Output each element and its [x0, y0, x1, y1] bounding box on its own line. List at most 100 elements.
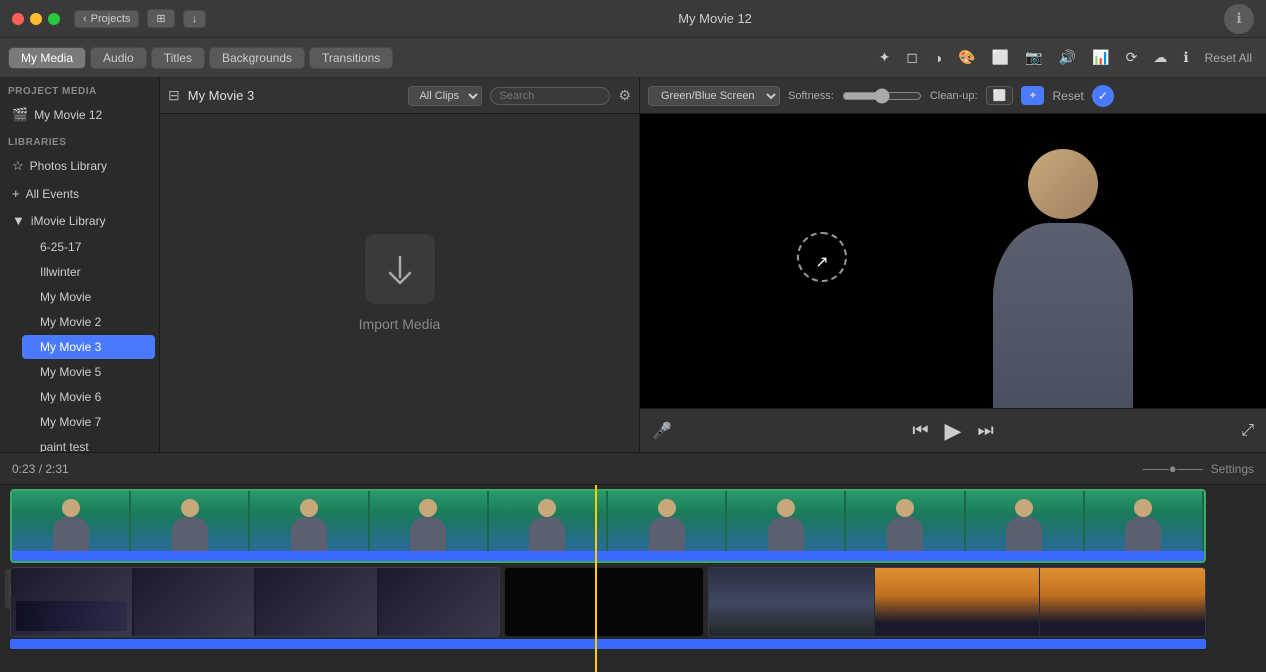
preview-controls: 🎤 ⏮ ▶ ⏭ ⤢ [640, 408, 1266, 452]
transform-icon[interactable]: ⬜ [986, 45, 1015, 70]
browser-header: ⊟ My Movie 3 All Clips ⚙ [160, 78, 639, 114]
track-thumbnail [370, 491, 489, 551]
sidebar-item-my-movie-12[interactable]: 🎬 My Movie 12 [4, 102, 155, 128]
bg-thumbnail [11, 568, 134, 636]
import-button[interactable]: ↓ [183, 10, 207, 28]
track-thumbnail [727, 491, 846, 551]
playhead-head [591, 485, 601, 487]
sidebar-item-label: My Movie 5 [40, 365, 101, 379]
browser-panel: ⊟ My Movie 3 All Clips ⚙ Import Media [160, 78, 640, 452]
track-thumbnail [131, 491, 250, 551]
sidebar-item-paint-test[interactable]: paint test [22, 435, 155, 452]
import-media-icon[interactable] [365, 234, 435, 304]
browser-sidebar-toggle[interactable]: ⊟ [168, 87, 180, 104]
sidebar-item-label: My Movie 12 [34, 108, 102, 122]
minimize-button[interactable] [30, 13, 42, 25]
track-thumbnail [250, 491, 369, 551]
sidebar-item-label: My Movie 6 [40, 390, 101, 404]
timeline-timecode: 0:23 / 2:31 [12, 462, 69, 476]
speedometer-icon[interactable]: ⟳ [1120, 45, 1144, 70]
plus-icon: + [12, 186, 20, 201]
browser-settings-button[interactable]: ⚙ [618, 87, 631, 104]
window-title: My Movie 12 [678, 11, 752, 26]
tab-backgrounds[interactable]: Backgrounds [209, 47, 305, 69]
sidebar-item-my-movie-7[interactable]: My Movie 7 [22, 410, 155, 434]
sidebar-item-imovie-library[interactable]: ▼ iMovie Library [4, 208, 155, 233]
audio-icon[interactable]: 🔊 [1053, 45, 1082, 70]
background-track-segment-2[interactable] [708, 567, 1206, 637]
browser-title: My Movie 3 [188, 88, 401, 103]
info-button[interactable]: ℹ [1224, 4, 1254, 34]
sidebar-item-label: 6-25-17 [40, 240, 81, 254]
color-correction-icon[interactable]: ◑ [928, 46, 948, 70]
cleanup-off-button[interactable]: ⬜ [986, 86, 1014, 105]
sidebar-item-label: iMovie Library [31, 214, 106, 228]
color-wheel-icon[interactable]: 🎨 [952, 45, 981, 70]
libraries-label: LIBRARIES [0, 129, 159, 152]
camera-icon[interactable]: 📷 [1019, 45, 1048, 70]
tab-audio[interactable]: Audio [90, 47, 147, 69]
cursor-icon: ↗ [815, 252, 828, 272]
sidebar-item-label: My Movie [40, 290, 91, 304]
sidebar-item-6-25-17[interactable]: 6-25-17 [22, 235, 155, 259]
magic-wand-icon[interactable]: ✦ [873, 45, 897, 70]
track-thumbnail [1085, 491, 1204, 551]
reset-all-button[interactable]: Reset All [1199, 48, 1258, 68]
sidebar-item-label: My Movie 3 [40, 340, 101, 354]
sidebar-item-all-events[interactable]: + All Events [4, 181, 155, 206]
cleanup-on-button[interactable]: ✦ [1021, 86, 1044, 105]
skip-to-end-button[interactable]: ⏭ [977, 420, 993, 441]
main-content: PROJECT MEDIA 🎬 My Movie 12 LIBRARIES ☆ … [0, 78, 1266, 452]
search-input[interactable] [490, 87, 610, 105]
clips-filter-select[interactable]: All Clips [408, 86, 482, 106]
download-arrow-icon [382, 251, 418, 287]
current-timecode: 0:23 [12, 462, 35, 476]
chevron-left-icon: ‹ [83, 13, 87, 25]
sidebar-item-my-movie-3[interactable]: My Movie 3 [22, 335, 155, 359]
sidebar-item-my-movie-5[interactable]: My Movie 5 [22, 360, 155, 384]
sidebar-item-label: My Movie 2 [40, 315, 101, 329]
play-button[interactable]: ▶ [945, 418, 962, 444]
tab-my-media[interactable]: My Media [8, 47, 86, 69]
preview-reset-button[interactable]: Reset [1052, 89, 1083, 103]
sidebar-item-label: Photos Library [30, 159, 107, 173]
background-track-segment-1[interactable] [10, 567, 500, 637]
sidebar-item-illwinter[interactable]: Illwinter [22, 260, 155, 284]
traffic-lights [12, 13, 60, 25]
titlebar-left: ‹ Projects ⊞ ↓ [12, 9, 206, 28]
skip-to-start-button[interactable]: ⏮ [912, 420, 928, 441]
sidebar-item-label: paint test [40, 440, 89, 452]
sidebar-item-photos-library[interactable]: ☆ Photos Library [4, 153, 155, 179]
star-icon: ☆ [12, 158, 24, 174]
preview-video: ↗ [640, 114, 1266, 408]
microphone-button[interactable]: 🎤 [652, 421, 672, 441]
fullscreen-button[interactable] [48, 13, 60, 25]
project-media-label: PROJECT MEDIA [0, 78, 159, 101]
info-icon: ℹ [1236, 10, 1241, 27]
tab-transitions[interactable]: Transitions [309, 47, 393, 69]
sidebar-item-my-movie-2[interactable]: My Movie 2 [22, 310, 155, 334]
info-tool-icon[interactable]: ℹ [1177, 45, 1194, 70]
preview-confirm-button[interactable]: ✓ [1092, 85, 1114, 107]
main-video-track[interactable] [10, 489, 1206, 563]
equalizer-icon[interactable]: 📊 [1086, 45, 1115, 70]
overlay-icon[interactable]: ☁ [1147, 45, 1173, 70]
playhead[interactable] [595, 485, 597, 672]
keying-select[interactable]: Green/Blue Screen [648, 86, 780, 106]
timeline-zoom-slider: ——●—— [1143, 461, 1203, 476]
sidebar-item-my-movie-6[interactable]: My Movie 6 [22, 385, 155, 409]
sidebar-item-my-movie[interactable]: My Movie [22, 285, 155, 309]
cleanup-label: Clean-up: [930, 90, 978, 102]
crop-icon[interactable]: ◻ [900, 45, 924, 70]
projects-label: Projects [91, 13, 131, 25]
projects-button[interactable]: ‹ Projects [74, 10, 139, 28]
titlebar: ‹ Projects ⊞ ↓ My Movie 12 ℹ [0, 0, 1266, 38]
view-toggle-button[interactable]: ⊞ [147, 9, 174, 28]
landscape-thumbnail [709, 568, 875, 636]
fullscreen-button[interactable]: ⤢ [1241, 422, 1254, 440]
tab-titles[interactable]: Titles [151, 47, 205, 69]
close-button[interactable] [12, 13, 24, 25]
softness-slider[interactable] [842, 88, 922, 104]
bg-thumbnail [134, 568, 257, 636]
background-track-gap [504, 567, 704, 637]
